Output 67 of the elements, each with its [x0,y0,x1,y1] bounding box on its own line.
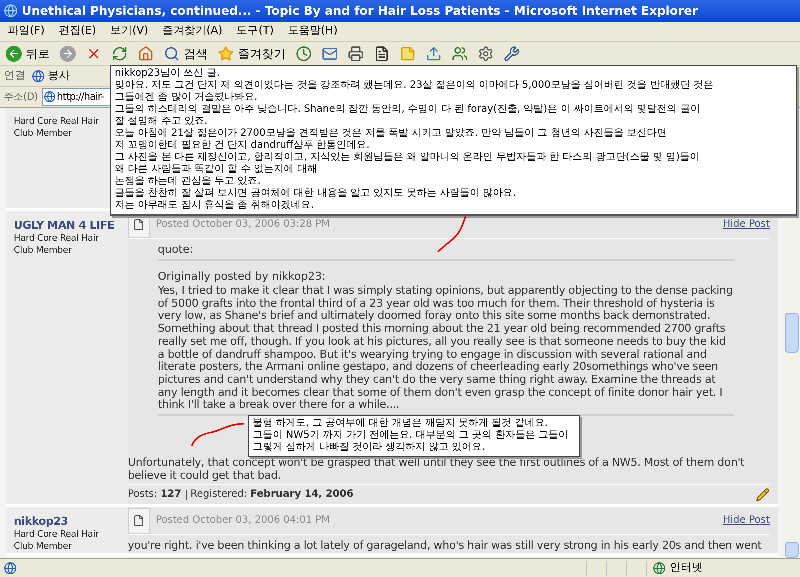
post-date: Posted October 03, 2006 04:01 PM [156,514,330,528]
browser-icon [4,4,18,18]
settings-icon [478,46,494,62]
menu-item[interactable]: 즐겨찾기(A) [156,23,229,40]
author-title: Club Member [14,245,72,257]
post-date: Posted October 03, 2006 03:28 PM [156,218,330,232]
document-icon [374,46,390,62]
translation-line: nikkop23님이 쓰신 글. [115,68,222,80]
author-title: Club Member [14,128,72,140]
post-stat: Registered: February 14, 2006 [186,490,354,500]
translation-line: 그렇게 심하게 나빠질 것이라 생각하지 않고 있어요. [253,442,486,454]
translation-line: 저 꼬맹이한테 필요한 건 단지 dandruff샴푸 한통인데요. [115,140,371,152]
translation-line: 오늘 아침에 21살 젊은이가 2700모낭을 견적받은 것은 저를 폭발 시키고 말았죠. 만약 님들이 그 청년의 사진들을 보신다면 [115,128,668,140]
note-icon [400,46,416,62]
translation-line: 글들을 찬찬히 잘 살펴 보시면 공여체에 대한 내용을 알고 있지도 못하는 사람들이 많아요. [115,188,518,200]
links-label: 연결 [4,68,26,84]
toolbar-button[interactable]: 검색 [160,42,212,64]
translation-line: 저는 아무래도 잠시 휴식을 좀 취해야겠네요. [115,200,316,212]
translation-line: 왜 다른 사람들과 똑같이 할 수 없는지에 대해 [115,164,318,176]
translation-line: 그 사진을 본 다른 제정신이고, 합리적이고, 지식있는 회원님들은 왜 알마니의 온라인 무법자들과 한 타스의 광고단(스물 몇 명)들이 [115,152,702,164]
refresh-icon [112,46,128,62]
toolbar-button[interactable]: 즐겨찾기 [214,42,290,64]
printer-icon [348,46,364,62]
upload-icon [426,46,442,62]
menu-item[interactable]: 파일(F) [2,23,51,40]
quote-attribution: Originally posted by nikkop23: [158,269,327,285]
menu-item[interactable]: 편집(E) [52,23,102,40]
zone-label: 인터넷 [670,560,703,576]
pencil-icon[interactable] [756,488,770,502]
search-icon [164,46,180,62]
translation-line: 잘 설명해 주고 있죠. [115,116,209,128]
menu-item[interactable]: 도구(T) [230,23,280,40]
author-name[interactable]: UGLY MAN 4 LIFE [14,219,126,233]
author-name[interactable]: nikkop23 [14,515,126,530]
hide-post-link[interactable]: Hide Post [723,217,770,232]
post-stat: Posts: 127 [128,490,182,500]
address-label: 주소(D) [4,90,38,104]
menu-item[interactable]: 보기(V) [104,23,155,40]
translation-line: 그들에겐 좀 많이 거슬렸나봐요. [115,92,259,104]
annotation-stroke [190,422,246,448]
translation-line: 논쟁을 하는데 관심을 두고 있죠. [115,176,262,188]
hide-post-link[interactable]: Hide Post [723,513,770,528]
toolbar-button[interactable]: 뒤로 [2,42,54,64]
clock-icon [296,46,312,62]
translation-line: 그들의 히스테리의 결말은 아주 낮습니다. Shane의 잠깐 동안의, 수명이 다 된 foray(진출, 약탈)은 이 싸이트에서의 몇달전의 글이 [115,104,702,116]
page-icon [32,70,45,82]
translation-line: 불행 하게도, 그 공여부에 대한 개념은 깨닫지 못하게 될것 같네요. [253,418,549,430]
translation-line: 그들이 NW5기 까지 가기 전에는요. 대부분의 그 곳의 환자들은 그들이 [253,430,570,442]
window-title: Unethical Physicians, continued... - Topic By and for Hair Loss Patients - Microsoft Internet Explorer [22,3,698,20]
quote-label: quote: [158,243,734,261]
post-body: you're right. i've been thinking a lot lately of garageland, who's hair was still very strong in his early 20s and then went [128,539,763,552]
author-title: Hard Core Real Hair [14,116,100,128]
home-icon [138,46,154,62]
page-icon [4,562,17,574]
star-icon [218,46,234,62]
author-title: Hard Core Real Hair [14,233,100,245]
wrench-icon [504,46,520,62]
mail-icon [322,46,338,62]
translation-line: 맞아요. 저도 그건 단지 제 의견이었다는 것을 강조하려 했는데요. 23살 젊은이의 이마에다 5,000모낭을 심어버린 것을 반대했던 것은 [115,80,715,92]
author-title: Hard Core Real Hair [14,529,100,542]
people-icon [452,46,468,62]
document-icon [133,515,145,528]
link-button[interactable]: 봉사 [30,68,72,84]
menu-item[interactable]: 도움말(H) [282,23,344,40]
globe-icon [653,562,666,574]
page-icon [44,91,56,103]
author-title: Club Member [14,541,72,554]
